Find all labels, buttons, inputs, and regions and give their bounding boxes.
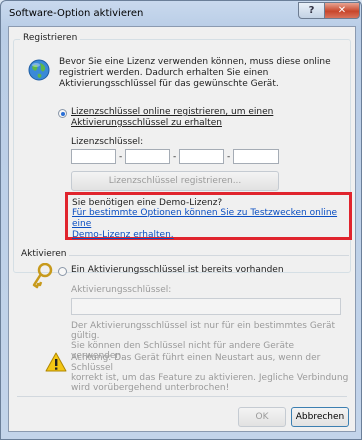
cancel-button[interactable]: Abbrechen — [291, 407, 349, 427]
key-icon — [32, 263, 53, 289]
close-button[interactable]: ✕ — [324, 2, 360, 19]
register-license-button-label: Lizenzschlüssel registrieren... — [108, 176, 242, 186]
restart-warning-line2: korrekt ist, um das Feature zu aktiviere… — [71, 373, 349, 383]
license-key-part-2[interactable] — [125, 149, 170, 164]
cancel-button-label: Abbrechen — [295, 412, 345, 422]
activation-key-present-label[interactable]: Ein Aktivierungsschlüssel ist bereits vo… — [71, 265, 284, 276]
activate-group-divider — [69, 255, 349, 256]
license-key-part-1[interactable] — [71, 149, 116, 164]
demo-license-link[interactable]: Für bestimmte Optionen können Sie zu Tes… — [72, 208, 347, 241]
warning-icon — [45, 352, 67, 372]
restart-warning-line3: wird vorübergehend unterbrochen! — [71, 383, 230, 393]
activation-key-label: Aktivierungsschlüssel: — [71, 285, 172, 295]
window-title: Software-Option aktivieren — [9, 8, 144, 19]
dialog-client-area: Registrieren Bevor Sie eine Lizenz verwe… — [8, 26, 356, 432]
demo-license-link-line2: Demo-Lizenz erhalten. — [72, 230, 174, 240]
register-group-label: Registrieren — [20, 33, 81, 43]
activation-key-info-line1: Der Aktivierungsschlüssel ist nur für ei… — [71, 321, 336, 341]
ok-button[interactable]: OK — [238, 407, 286, 427]
close-icon: ✕ — [337, 5, 347, 16]
help-icon: ? — [308, 5, 315, 16]
register-online-label-line2: Aktivierungsschlüssel zu erhalten — [71, 118, 222, 128]
activation-key-input[interactable] — [71, 298, 341, 315]
activation-key-present-radio[interactable] — [58, 267, 67, 276]
demo-license-link-line1: Für bestimmte Optionen können Sie zu Tes… — [72, 208, 338, 229]
help-button[interactable]: ? — [298, 2, 325, 19]
register-license-button[interactable]: Lizenzschlüssel registrieren... — [71, 171, 279, 191]
ok-button-label: OK — [255, 412, 269, 422]
license-key-separator: - — [173, 152, 177, 162]
license-key-part-4[interactable] — [233, 149, 279, 164]
register-intro-text: Bevor Sie eine Lizenz verwenden können, … — [59, 57, 331, 89]
activate-group-label: Aktivieren — [21, 249, 67, 259]
footer-divider — [17, 396, 347, 397]
register-online-radio[interactable] — [58, 109, 67, 118]
restart-warning-text: Achtung: Das Gerät führt einen Neustart … — [71, 353, 351, 393]
dialog-window: Software-Option aktivieren ? ✕ Registrie… — [0, 0, 362, 440]
license-key-part-3[interactable] — [179, 149, 224, 164]
register-online-label-line1: Lizenzschlüssel online registrieren, um … — [71, 107, 274, 117]
register-online-label[interactable]: Lizenzschlüssel online registrieren, um … — [71, 107, 341, 129]
globe-icon — [28, 59, 50, 81]
license-key-separator: - — [119, 152, 123, 162]
license-key-separator: - — [227, 152, 231, 162]
license-key-label: Lizenzschlüssel: — [71, 137, 144, 147]
restart-warning-line1: Achtung: Das Gerät führt einen Neustart … — [71, 353, 321, 373]
